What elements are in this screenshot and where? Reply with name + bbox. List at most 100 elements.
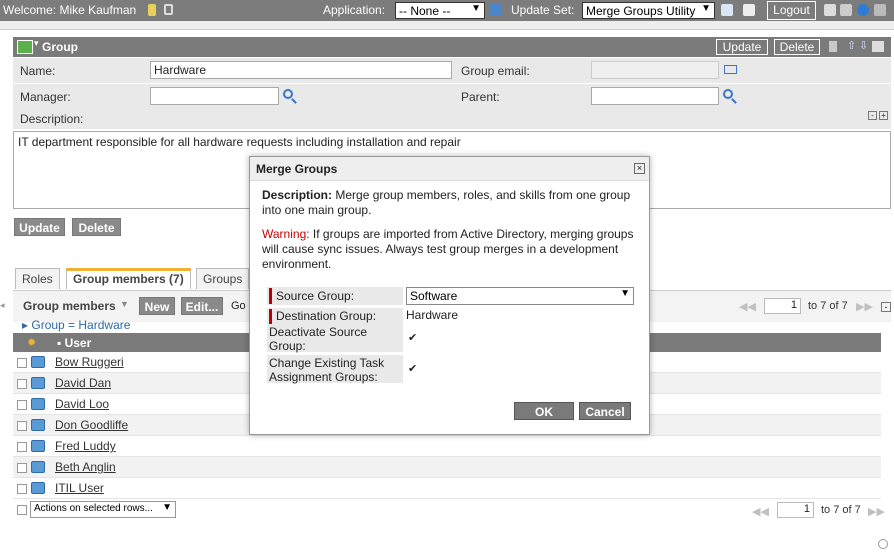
breadcrumb[interactable]: ▸ Group = Hardware: [22, 318, 130, 332]
manager-field[interactable]: [150, 87, 279, 105]
update-button[interactable]: Update: [716, 39, 768, 55]
update-set-select[interactable]: Merge Groups Utility ▼: [582, 2, 715, 19]
reference-icon[interactable]: [489, 4, 501, 16]
chevron-down-icon: ▼: [471, 3, 481, 14]
bottom-page-input[interactable]: 1: [777, 502, 814, 518]
tab-group-members[interactable]: Group members (7): [66, 268, 191, 289]
record-preview-icon[interactable]: [31, 482, 45, 494]
bottom-page-range: to 7 of 7: [821, 504, 861, 516]
chevron-down-icon[interactable]: ▼: [120, 299, 129, 309]
user-link[interactable]: Don Goodliffe: [55, 418, 128, 432]
list-title[interactable]: Group members: [23, 299, 116, 313]
row-checkbox[interactable]: [17, 358, 27, 368]
update-button-bottom[interactable]: Update: [14, 218, 65, 236]
source-group-select[interactable]: Software ▼: [406, 287, 634, 305]
page-range: to 7 of 7: [808, 300, 848, 312]
source-group-label: Source Group:: [276, 289, 355, 303]
collapse-list-icon[interactable]: -: [881, 302, 891, 312]
first-page-icon[interactable]: ◀◀: [739, 300, 756, 313]
clock-icon[interactable]: [878, 539, 888, 549]
help-icon[interactable]: [857, 4, 869, 16]
document-icon[interactable]: [721, 4, 733, 16]
delete-button[interactable]: Delete: [774, 39, 820, 55]
page-input[interactable]: 1: [764, 298, 801, 314]
record-preview-icon[interactable]: [31, 398, 45, 410]
home-icon[interactable]: [824, 4, 836, 16]
collapse-icon[interactable]: -: [868, 111, 877, 120]
row-checkbox[interactable]: [17, 442, 27, 452]
logout-button[interactable]: Logout: [767, 1, 816, 20]
user-link[interactable]: Beth Anglin: [55, 460, 116, 474]
record-preview-icon[interactable]: [31, 440, 45, 452]
tab-groups[interactable]: Groups: [196, 268, 250, 289]
arrow-up-icon[interactable]: ⇧: [847, 39, 856, 52]
settings-icon[interactable]: [874, 4, 886, 16]
lock-icon[interactable]: [164, 4, 173, 15]
row-checkbox[interactable]: [17, 463, 27, 473]
search-icon[interactable]: [283, 89, 293, 99]
splitter-bar[interactable]: [0, 21, 894, 30]
ok-button[interactable]: OK: [514, 402, 574, 420]
new-button[interactable]: New: [139, 297, 175, 315]
deactivate-label: Deactivate Source Group:: [269, 325, 368, 353]
deactivate-checkbox[interactable]: ✔: [408, 331, 417, 344]
manager-label: Manager:: [20, 90, 71, 104]
back-icon[interactable]: [17, 40, 33, 54]
more-icon[interactable]: [872, 41, 884, 52]
row-checkbox[interactable]: [17, 421, 27, 431]
form-header: ▾ Group Update Delete ⇧ ⇩: [13, 37, 891, 57]
user-link[interactable]: David Dan: [55, 376, 111, 390]
form-row-1: [13, 58, 891, 83]
actions-select[interactable]: Actions on selected rows... ▼: [30, 501, 176, 518]
last-page-icon[interactable]: ▶▶: [856, 300, 873, 313]
row-checkbox[interactable]: [17, 379, 27, 389]
user-link[interactable]: Bow Ruggeri: [55, 355, 124, 369]
chevron-down-icon: ▼: [620, 288, 630, 299]
destination-group-value: Hardware: [406, 308, 459, 322]
last-page-icon[interactable]: ▶▶: [868, 505, 885, 518]
expand-icon[interactable]: +: [879, 111, 888, 120]
select-all-checkbox[interactable]: [17, 505, 27, 515]
user-link[interactable]: David Loo: [55, 397, 109, 411]
close-icon[interactable]: ×: [634, 163, 645, 174]
destination-group-label: Destination Group:: [276, 309, 377, 323]
column-user[interactable]: ▪ User: [57, 336, 91, 350]
description-label: Description:: [262, 188, 333, 202]
row-checkbox[interactable]: [17, 484, 27, 494]
play-icon[interactable]: [743, 4, 755, 16]
delete-button-bottom[interactable]: Delete: [72, 218, 121, 236]
search-icon[interactable]: [723, 89, 733, 99]
first-page-icon[interactable]: ◀◀: [752, 505, 769, 518]
context-menu-icon[interactable]: ▾: [34, 38, 39, 49]
edit-button[interactable]: Edit...: [181, 297, 223, 315]
tab-roles[interactable]: Roles: [15, 268, 60, 289]
record-preview-icon[interactable]: [31, 419, 45, 431]
print-icon[interactable]: [840, 4, 852, 16]
name-label: Name:: [20, 64, 56, 78]
cancel-button[interactable]: Cancel: [579, 402, 631, 420]
gear-icon[interactable]: ✹: [27, 336, 36, 349]
table-row: ITIL User: [13, 478, 881, 499]
change-assignment-checkbox[interactable]: ✔: [408, 362, 417, 375]
record-preview-icon[interactable]: [31, 377, 45, 389]
application-select[interactable]: -- None -- ▼: [395, 2, 485, 19]
group-email-field[interactable]: [591, 61, 719, 79]
table-row: Beth Anglin: [13, 457, 881, 478]
user-link[interactable]: ITIL User: [55, 481, 104, 495]
mandatory-indicator: [269, 309, 272, 325]
record-preview-icon[interactable]: [31, 461, 45, 473]
record-preview-icon[interactable]: [31, 356, 45, 368]
update-set-select-value: Merge Groups Utility: [586, 4, 696, 18]
row-checkbox[interactable]: [17, 400, 27, 410]
collapse-arrow-icon[interactable]: ◂: [0, 300, 7, 310]
arrow-down-icon[interactable]: ⇩: [859, 39, 868, 52]
email-icon[interactable]: [724, 65, 737, 74]
key-icon[interactable]: [148, 4, 156, 16]
breadcrumb-text[interactable]: Group = Hardware: [31, 318, 130, 332]
name-field[interactable]: Hardware: [150, 61, 452, 79]
source-group-value: Software: [410, 289, 458, 303]
user-link[interactable]: Fred Luddy: [55, 439, 116, 453]
actions-select-value: Actions on selected rows...: [34, 503, 153, 514]
attachment-icon[interactable]: [829, 41, 837, 52]
parent-field[interactable]: [591, 87, 719, 105]
